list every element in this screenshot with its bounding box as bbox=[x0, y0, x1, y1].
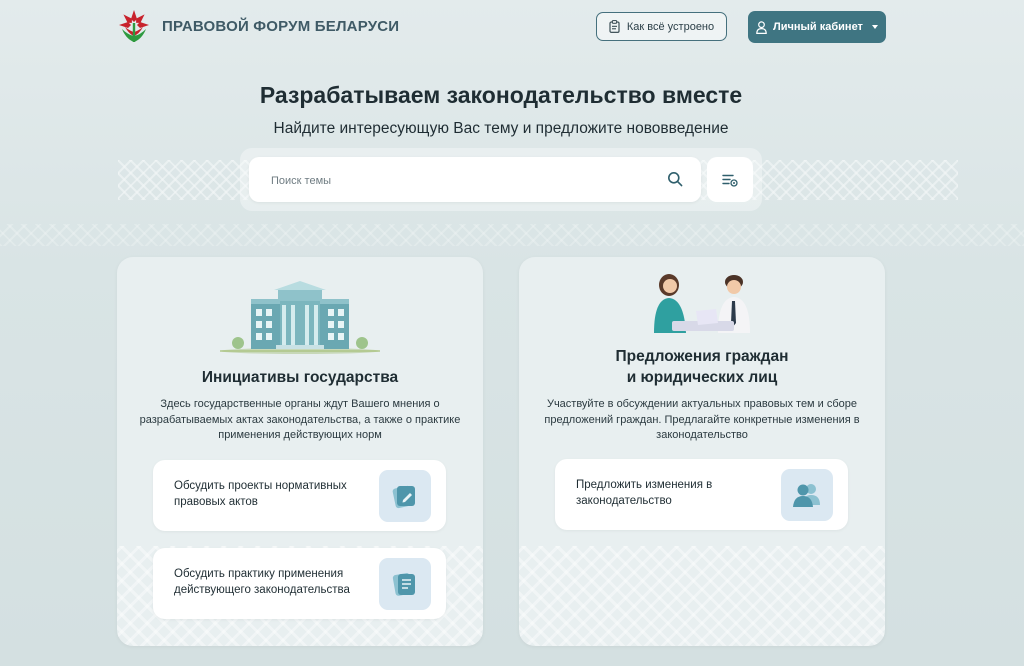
discuss-drafts-label: Обсудить проекты нормативных правовых ак… bbox=[174, 480, 347, 508]
government-building-icon bbox=[220, 281, 380, 354]
personal-cabinet-button[interactable]: Личный кабинет bbox=[748, 11, 886, 43]
users-icon bbox=[781, 469, 833, 521]
discuss-drafts-button[interactable]: Обсудить проекты нормативных правовых ак… bbox=[153, 460, 446, 531]
page-subtitle: Найдите интересующую Вас тему и предложи… bbox=[273, 120, 729, 137]
how-it-works-button[interactable]: Как всё устроено bbox=[596, 12, 727, 41]
filter-settings-icon bbox=[722, 174, 738, 187]
user-icon bbox=[756, 20, 767, 34]
citizens-card-title-line1: Предложения граждан bbox=[615, 348, 789, 365]
clipboard-icon bbox=[609, 20, 620, 33]
edit-document-icon bbox=[379, 470, 431, 522]
state-card-title: Инициативы государства bbox=[201, 369, 399, 386]
documents-icon bbox=[379, 558, 431, 610]
propose-changes-button[interactable]: Предложить изменения в законодательство bbox=[555, 459, 848, 530]
propose-changes-label: Предложить изменения в законодательство bbox=[576, 479, 713, 507]
discuss-practice-label: Обсудить практику применения действующег… bbox=[174, 568, 350, 596]
page-title: Разрабатываем законодательство вместе bbox=[259, 82, 743, 108]
personal-cabinet-label: Личный кабинет bbox=[773, 21, 863, 33]
filter-button[interactable] bbox=[707, 157, 753, 202]
citizens-card-title-line2: и юридических лиц bbox=[626, 369, 778, 386]
search-input[interactable] bbox=[269, 157, 653, 204]
brand-name[interactable]: ПРАВОВОЙ ФОРУМ БЕЛАРУСИ bbox=[162, 18, 399, 35]
discuss-practice-button[interactable]: Обсудить практику применения действующег… bbox=[153, 548, 446, 619]
how-it-works-label: Как всё устроено bbox=[626, 20, 715, 33]
search-box[interactable] bbox=[249, 157, 701, 204]
card-ornament bbox=[519, 546, 885, 646]
citizen-proposals-card: Предложения граждан и юридических лиц Уч… bbox=[519, 257, 885, 646]
state-initiatives-card: Инициативы государства Здесь государстве… bbox=[117, 257, 483, 646]
logo-icon[interactable] bbox=[116, 9, 152, 45]
header: ПРАВОВОЙ ФОРУМ БЕЛАРУСИ Как всё устроено… bbox=[0, 0, 1024, 56]
citizens-card-description: Участвуйте в обсуждении актуальных право… bbox=[544, 398, 860, 441]
people-discussion-icon bbox=[654, 274, 750, 333]
chevron-down-icon bbox=[871, 25, 878, 29]
search-icon[interactable] bbox=[667, 171, 683, 187]
decorative-ornament-faint bbox=[0, 224, 1024, 246]
state-card-description: Здесь государственные органы ждут Вашего… bbox=[139, 398, 461, 441]
